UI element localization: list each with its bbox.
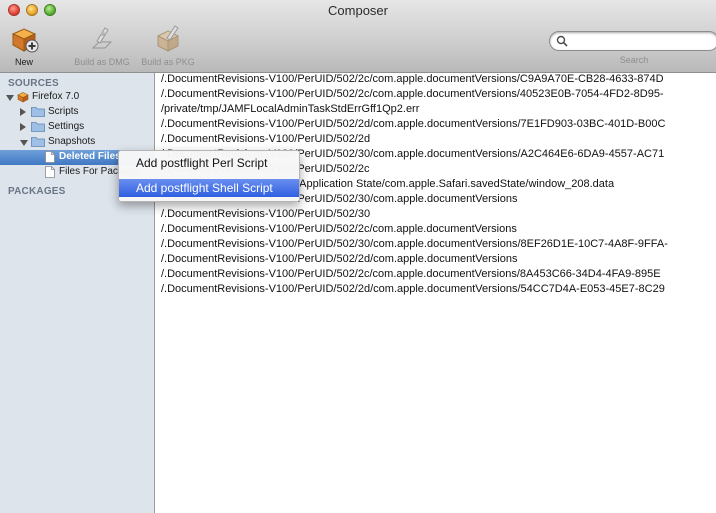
list-item[interactable]: /.DocumentRevisions-V100/PerUID/502/2c/c… [161, 223, 517, 238]
title-bar: Composer New Build as DMG Build as PKG S… [0, 0, 716, 73]
disclosure-triangle-icon[interactable] [20, 108, 26, 116]
folder-icon [31, 137, 45, 147]
list-item[interactable]: /.DocumentRevisions-V100/PerUID/502/30 [161, 208, 370, 223]
new-button[interactable]: New [0, 24, 54, 68]
disclosure-triangle-icon[interactable] [20, 123, 26, 131]
disclosure-triangle-icon[interactable] [6, 95, 14, 101]
folder-icon [31, 122, 45, 132]
search-label: Search [619, 55, 649, 65]
sidebar-item-source[interactable]: Firefox 7.0 [0, 90, 154, 105]
list-item[interactable]: /.DocumentRevisions-V100/PerUID/502/2d/c… [161, 283, 665, 298]
list-item[interactable]: /private/tmp/JAMFLocalAdminTaskStdErrGff… [161, 103, 419, 118]
menu-item-add-postflight-shell-script[interactable]: Add postflight Shell Script [119, 179, 299, 197]
list-item[interactable]: /.DocumentRevisions-V100/PerUID/502/2c/c… [161, 73, 664, 88]
composer-window: Composer New Build as DMG Build as PKG S… [0, 0, 716, 513]
build-dmg-button[interactable]: Build as DMG [72, 24, 132, 68]
list-item[interactable]: /.DocumentRevisions-V100/PerUID/502/30/c… [161, 238, 668, 253]
dmg-icon [91, 27, 113, 49]
sidebar-item-scripts-label: Scripts [48, 106, 79, 117]
search-toolbar-item: Search [549, 31, 716, 67]
sidebar-item-snapshots-label: Snapshots [48, 136, 96, 147]
build-dmg-label: Build as DMG [74, 57, 130, 67]
list-item[interactable]: /.DocumentRevisions-V100/PerUID/502/2d/c… [161, 118, 665, 133]
sidebar: SOURCES Firefox 7.0 Scripts Settings Sna… [0, 73, 155, 513]
search-icon [556, 35, 568, 47]
context-menu: Add postflight Perl Script Add postfligh… [118, 150, 300, 202]
firefox-package-icon [17, 92, 29, 103]
sidebar-item-settings-label: Settings [48, 121, 85, 132]
disclosure-triangle-icon[interactable] [20, 140, 28, 146]
sidebar-item-deleted-files-label: Deleted Files [59, 151, 121, 162]
sidebar-item-snapshots[interactable]: Snapshots [0, 135, 154, 150]
search-field[interactable] [549, 31, 716, 51]
list-item[interactable]: /.DocumentRevisions-V100/PerUID/502/2d/c… [161, 253, 517, 268]
list-item[interactable]: /.DocumentRevisions-V100/PerUID/502/2d [161, 133, 370, 148]
document-icon [45, 166, 55, 178]
list-item[interactable]: /.DocumentRevisions-V100/PerUID/502/2c/c… [161, 268, 661, 283]
menu-item-add-postflight-perl-script[interactable]: Add postflight Perl Script [119, 154, 299, 172]
build-pkg-label: Build as PKG [141, 57, 195, 67]
sources-header: SOURCES [8, 78, 59, 89]
sidebar-item-scripts[interactable]: Scripts [0, 105, 154, 120]
build-pkg-button[interactable]: Build as PKG [138, 24, 198, 68]
sidebar-item-settings[interactable]: Settings [0, 120, 154, 135]
document-icon [45, 151, 55, 163]
pkg-icon [156, 25, 180, 52]
folder-icon [31, 107, 45, 117]
packages-header: PACKAGES [8, 186, 66, 197]
window-title: Composer [328, 3, 388, 18]
list-item[interactable]: /.DocumentRevisions-V100/PerUID/502/2c/c… [161, 88, 664, 103]
new-button-label: New [14, 57, 33, 67]
search-input[interactable] [570, 34, 710, 48]
sidebar-item-source-label: Firefox 7.0 [32, 91, 80, 102]
package-plus-icon [11, 28, 39, 53]
file-list: /.DocumentRevisions-V100/PerUID/502/2c/c… [157, 73, 716, 513]
